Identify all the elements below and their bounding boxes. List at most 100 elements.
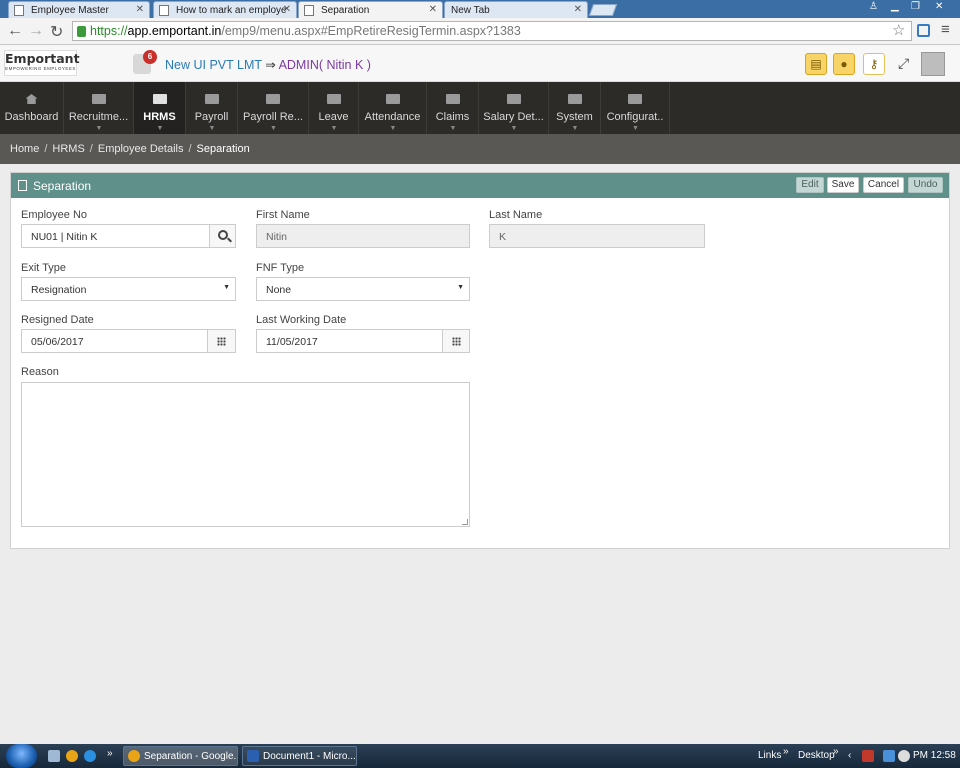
- first-name-field[interactable]: Nitin: [256, 224, 470, 248]
- new-tab-button[interactable]: [588, 4, 618, 16]
- breadcrumb-current: Separation: [196, 143, 250, 155]
- page-icon: [14, 5, 24, 16]
- reason-textarea[interactable]: [21, 382, 470, 527]
- home-icon: [25, 94, 38, 104]
- nav-item-salary-details[interactable]: Salary Det... ▼: [479, 82, 549, 134]
- browser-menu-icon[interactable]: ≡: [941, 21, 950, 38]
- breadcrumb-hrms[interactable]: HRMS: [52, 143, 84, 155]
- url-host: app.emportant.in: [127, 24, 222, 38]
- page-title: Separation: [33, 179, 92, 193]
- start-button[interactable]: [6, 744, 37, 768]
- undo-button[interactable]: Undo: [908, 177, 943, 193]
- cancel-button[interactable]: Cancel: [863, 177, 904, 193]
- breadcrumb-separator: /: [44, 143, 48, 155]
- fullscreen-icon[interactable]: ⤢: [898, 55, 909, 72]
- nav-item-system[interactable]: System ▼: [549, 82, 601, 134]
- close-icon[interactable]: ✕: [136, 4, 144, 15]
- chevron-right-icon[interactable]: »: [107, 748, 113, 759]
- restore-icon[interactable]: ❐: [911, 1, 920, 12]
- back-arrow-icon[interactable]: ←: [7, 22, 23, 40]
- breadcrumb-employee-details[interactable]: Employee Details: [98, 143, 184, 155]
- resigned-date-picker-button[interactable]: [207, 329, 236, 353]
- page-icon: [159, 5, 169, 16]
- company-context[interactable]: New UI PVT LMT ⇒ ADMIN( Nitin K ): [165, 57, 371, 72]
- links-toolbar[interactable]: Links: [758, 750, 781, 761]
- company-name: New UI PVT LMT: [165, 58, 262, 72]
- resigned-date-field[interactable]: 05/06/2017: [21, 329, 208, 353]
- network-icon[interactable]: [883, 750, 895, 762]
- chevron-down-icon: ▼: [95, 125, 103, 132]
- address-bar[interactable]: https://app.emportant.in/emp9/menu.aspx#…: [72, 21, 912, 41]
- chevron-right-icon[interactable]: »: [783, 746, 789, 757]
- clock[interactable]: PM 12:58: [913, 750, 956, 761]
- task-label: Document1 - Micro...: [263, 751, 356, 762]
- forward-arrow-icon[interactable]: →: [28, 22, 44, 40]
- close-icon[interactable]: ✕: [429, 4, 437, 15]
- emportant-logo[interactable]: Emportant EMPOWERING EMPLOYEES: [4, 50, 80, 76]
- show-desktop-icon[interactable]: [48, 750, 60, 762]
- desktop-toolbar[interactable]: Desktop: [798, 750, 835, 761]
- browser-tab-separation[interactable]: Separation ✕: [298, 1, 443, 18]
- close-icon[interactable]: ✕: [574, 4, 582, 15]
- browser-tab-new-tab[interactable]: New Tab ✕: [444, 1, 588, 18]
- save-button[interactable]: Save: [827, 177, 859, 193]
- chevron-down-icon: ▼: [208, 125, 216, 132]
- resize-grip-icon[interactable]: [462, 519, 468, 525]
- taskbar-item-word[interactable]: Document1 - Micro...: [242, 746, 357, 766]
- nav-label: Configurat..: [606, 111, 664, 123]
- browser-tab-strip: Employee Master ✕ How to mark an employe…: [0, 0, 960, 18]
- logo-text: Emportant: [5, 51, 80, 66]
- volume-icon[interactable]: [898, 750, 910, 762]
- last-working-date-field[interactable]: 11/05/2017: [256, 329, 443, 353]
- avatar[interactable]: [921, 52, 945, 76]
- breadcrumb-home[interactable]: Home: [10, 143, 39, 155]
- reload-icon[interactable]: ↻: [50, 22, 63, 42]
- key-icon[interactable]: ⚷: [863, 53, 885, 75]
- url-path: /emp9/menu.aspx#EmpRetireResigTermin.asp…: [221, 24, 521, 38]
- bookmark-star-icon[interactable]: ☆: [892, 21, 905, 39]
- extension-icon[interactable]: [917, 24, 930, 37]
- nav-item-configuration[interactable]: Configurat.. ▼: [601, 82, 670, 134]
- last-name-field[interactable]: K: [489, 224, 705, 248]
- nav-item-claims[interactable]: Claims ▼: [427, 82, 479, 134]
- profile-icon[interactable]: ●: [833, 53, 855, 75]
- browser-tab-employee-master[interactable]: Employee Master ✕: [8, 1, 150, 18]
- last-working-date-picker-button[interactable]: [442, 329, 470, 353]
- minimize-icon[interactable]: ▁: [891, 1, 899, 12]
- taskbar-item-chrome[interactable]: Separation - Google...: [123, 746, 238, 766]
- separation-panel: Separation Edit Save Cancel Undo Employe…: [10, 172, 950, 549]
- document-icon: [18, 180, 27, 191]
- user-icon[interactable]: ♙: [869, 1, 878, 12]
- nav-item-dashboard[interactable]: Dashboard: [0, 82, 64, 134]
- close-icon[interactable]: ✕: [283, 4, 291, 15]
- nav-item-payroll-reports[interactable]: Payroll Re... ▼: [238, 82, 309, 134]
- fnf-type-select[interactable]: None ▼: [256, 277, 470, 301]
- tray-app-icon[interactable]: [862, 750, 874, 762]
- employee-search-button[interactable]: [209, 224, 236, 248]
- close-window-icon[interactable]: ✕: [935, 1, 943, 12]
- ie-quicklaunch-icon[interactable]: [84, 750, 96, 762]
- first-name-label: First Name: [256, 209, 310, 221]
- nav-item-attendance[interactable]: Attendance ▼: [359, 82, 427, 134]
- tray-expand-icon[interactable]: ‹: [848, 750, 851, 761]
- folder-icon: [628, 94, 642, 104]
- folder-icon: [204, 94, 219, 104]
- edit-button[interactable]: Edit: [796, 177, 824, 193]
- nav-label: Claims: [435, 111, 470, 123]
- documents-icon[interactable]: ▤: [805, 53, 827, 75]
- chevron-right-icon[interactable]: »: [833, 746, 839, 757]
- exit-type-label: Exit Type: [21, 262, 67, 274]
- chevron-down-icon: ▼: [510, 125, 518, 132]
- chrome-quicklaunch-icon[interactable]: [66, 750, 78, 762]
- exit-type-select[interactable]: Resignation ▼: [21, 277, 236, 301]
- nav-item-payroll[interactable]: Payroll ▼: [186, 82, 238, 134]
- reason-label: Reason: [21, 366, 59, 378]
- employee-no-field[interactable]: NU01 | Nitin K: [21, 224, 210, 248]
- calendar-icon: [452, 337, 461, 346]
- nav-item-hrms[interactable]: HRMS ▼: [134, 82, 186, 134]
- url-scheme: https://: [90, 24, 128, 38]
- nav-item-recruitment[interactable]: Recruitme... ▼: [64, 82, 134, 134]
- browser-tab-how-to[interactable]: How to mark an employe ✕: [153, 1, 297, 18]
- task-label: Separation - Google...: [144, 751, 238, 762]
- nav-item-leave[interactable]: Leave ▼: [309, 82, 359, 134]
